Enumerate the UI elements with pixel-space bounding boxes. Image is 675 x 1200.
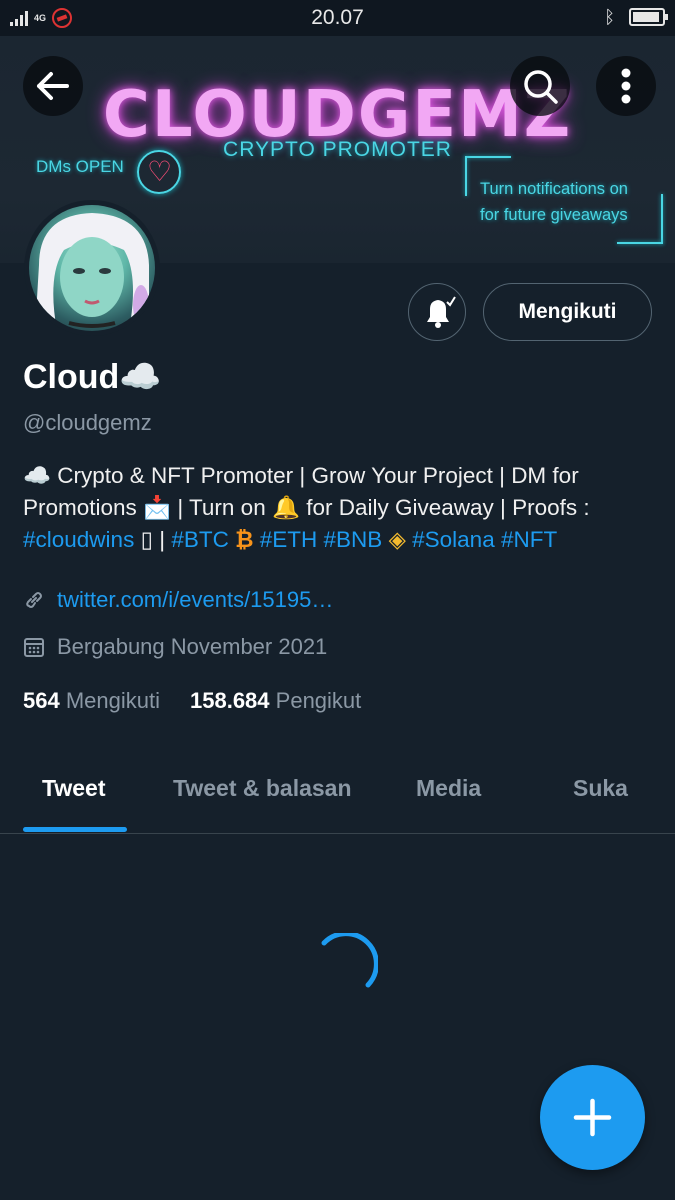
more-vertical-icon <box>621 68 631 104</box>
profile-joined-row: Bergabung November 2021 <box>23 634 327 660</box>
profile-website-link[interactable]: twitter.com/i/events/15195… <box>57 587 333 613</box>
joined-date: Bergabung November 2021 <box>57 634 328 659</box>
search-button[interactable] <box>510 56 570 116</box>
calendar-icon <box>24 638 44 657</box>
tab-tweet[interactable]: Tweet <box>42 775 105 802</box>
link-icon <box>26 592 42 608</box>
hashtag-nft[interactable]: #NFT <box>501 527 557 552</box>
heart-icon: ♡ <box>137 150 181 194</box>
notify-bell-button[interactable] <box>408 283 466 341</box>
display-name: Cloud☁️ <box>23 358 162 396</box>
hashtag-bnb[interactable]: #BNB <box>324 527 383 552</box>
hashtag-cloudwins[interactable]: #cloudwins <box>23 527 134 552</box>
user-handle: @cloudgemz <box>23 410 152 435</box>
bnb-emoji: ◈ <box>388 527 406 552</box>
btc-emoji: ₿ <box>235 527 254 552</box>
hashtag-btc[interactable]: #BTC <box>171 527 229 552</box>
banner-dms-open: DMs OPEN <box>36 157 124 176</box>
avatar[interactable] <box>24 200 160 336</box>
back-button[interactable] <box>23 56 83 116</box>
bluetooth-icon: ᛒ <box>604 7 615 27</box>
bio-line-3: #cloudwins ▯ | #BTC ₿ #ETH #BNB ◈ #Solan… <box>23 524 653 556</box>
active-tab-indicator <box>23 827 127 832</box>
profile-tabs: Tweet Tweet & balasan Media Suka <box>0 755 675 834</box>
banner-notif-text: Turn notifications on for future giveawa… <box>480 180 628 224</box>
follow-stats: 564 Mengikuti 158.684 Pengikut <box>23 688 361 714</box>
tab-tweet-replies[interactable]: Tweet & balasan <box>173 775 352 802</box>
loading-spinner-icon <box>321 933 378 988</box>
avatar-image <box>29 205 155 331</box>
following-stat[interactable]: 564 Mengikuti <box>23 688 160 714</box>
tab-likes[interactable]: Suka <box>573 775 628 802</box>
profile-link-row: twitter.com/i/events/15195… <box>23 587 333 613</box>
search-icon <box>524 70 558 104</box>
followers-label: Pengikut <box>275 688 362 713</box>
following-count: 564 <box>23 688 60 713</box>
more-button[interactable] <box>596 56 656 116</box>
hashtag-solana[interactable]: #Solana <box>412 527 495 552</box>
bio-box-glyph: ▯ <box>140 527 153 552</box>
status-right: ᛒ <box>604 7 668 27</box>
following-label: Mengikuti <box>65 688 160 713</box>
tab-media[interactable]: Media <box>416 775 481 802</box>
following-button[interactable]: Mengikuti <box>483 283 652 341</box>
status-bar: 4G 20.07 ᛒ <box>0 0 675 36</box>
hashtag-eth[interactable]: #ETH <box>260 527 318 552</box>
bio-line-1: ☁️ Crypto & NFT Promoter | Grow Your Pro… <box>23 463 579 488</box>
bio-separator: | <box>152 527 172 552</box>
followers-count: 158.684 <box>190 688 270 713</box>
compose-tweet-button[interactable] <box>540 1065 645 1170</box>
followers-stat[interactable]: 158.684 Pengikut <box>190 688 361 714</box>
arrow-left-icon <box>37 72 69 100</box>
status-time: 20.07 <box>311 6 364 29</box>
battery-icon <box>629 8 668 26</box>
plus-icon <box>573 1098 612 1137</box>
bell-checked-icon <box>427 296 456 328</box>
bio-line-2: Promotions 📩 | Turn on 🔔 for Daily Givea… <box>23 495 590 520</box>
profile-bio: ☁️ Crypto & NFT Promoter | Grow Your Pro… <box>23 460 653 556</box>
